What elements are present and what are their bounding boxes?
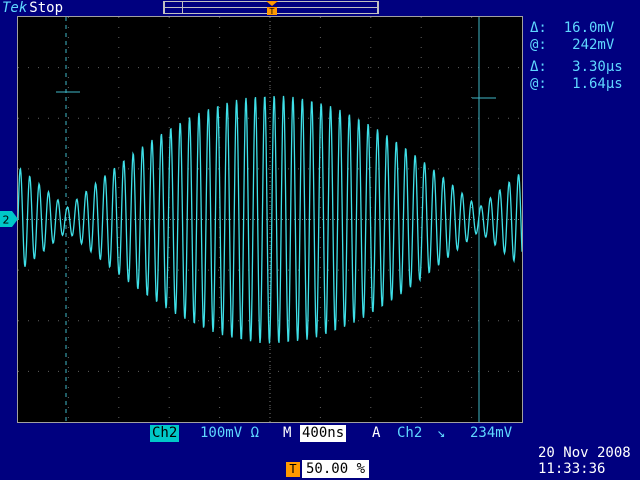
trigger-level: 234mV: [470, 425, 513, 441]
waveform-display[interactable]: [17, 16, 523, 423]
channel-label[interactable]: Ch2: [150, 425, 180, 442]
trigger-source: Ch2: [397, 425, 423, 441]
brand-logo: Tek: [2, 0, 28, 16]
vertical-scale: 100mV Ω: [200, 425, 260, 441]
cursor-time-delta: Δ: 3.30μs: [530, 59, 623, 75]
channel-2-marker-icon[interactable]: 2: [0, 211, 18, 227]
trigger-top-marker-icon: T: [266, 1, 278, 15]
cursor-voltage-at: @: 242mV: [530, 37, 615, 53]
date-display: 20 Nov 2008: [538, 445, 631, 461]
trigger-top-letter: T: [269, 7, 275, 15]
acquisition-state: Stop: [29, 0, 64, 16]
cursor-voltage-delta: Δ: 16.0mV: [530, 20, 615, 36]
horizontal-mode: M: [283, 425, 292, 441]
trigger-mode: A: [372, 425, 381, 441]
time-scale[interactable]: 400ns: [300, 425, 347, 442]
horizontal-position-value[interactable]: 50.00 %: [302, 460, 370, 478]
horizontal-position-icon: T: [286, 462, 300, 477]
status-bar: Tek Stop: [2, 0, 63, 16]
time-display: 11:33:36: [538, 461, 606, 477]
channel-marker-number: 2: [3, 214, 10, 227]
graticule: [18, 17, 522, 422]
cursor-time-at: @: 1.64μs: [530, 76, 623, 92]
trigger-slope-icon: ↘: [437, 425, 446, 441]
